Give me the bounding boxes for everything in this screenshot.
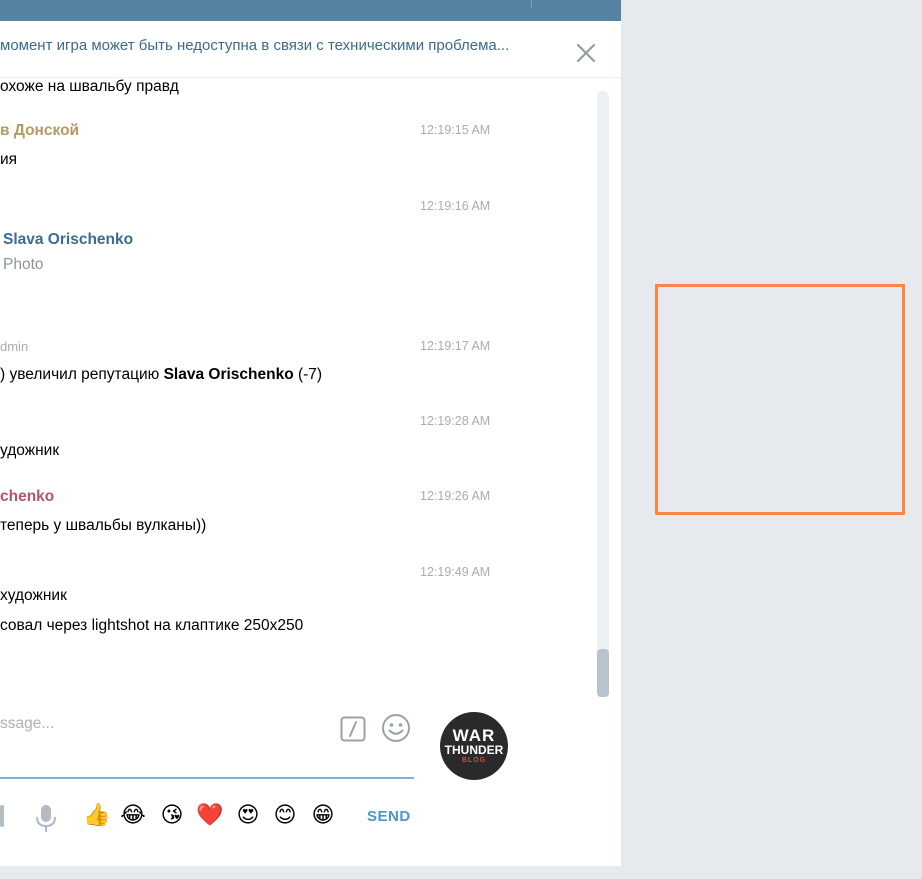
message-author[interactable]: в Донской [0,122,79,140]
close-icon[interactable] [574,41,598,65]
microphone-icon[interactable] [34,803,58,833]
message-input[interactable]: ssage... [0,715,54,733]
bot-command-icon[interactable] [340,716,366,742]
highlight-rectangle [655,284,905,515]
scrollbar[interactable] [597,91,609,697]
header-divider [531,0,532,8]
quick-emoji-kiss[interactable]: 😘 [159,803,185,829]
chat-panel: момент игра может быть недоступна в связ… [0,21,621,866]
reply-author[interactable]: Slava Orischenko [3,231,133,249]
avatar-logo-text: THUNDER [444,743,504,757]
quick-emoji-blush[interactable]: 😊 [272,803,298,829]
message-text: художник [0,587,67,604]
reply-preview[interactable]: Photo [3,256,44,274]
quick-emoji-grin[interactable]: 😁 [310,803,336,829]
input-underline [0,777,414,779]
smile-icon[interactable] [381,713,411,743]
avatar-logo-text: BLOG [461,757,487,764]
notice-text: момент игра может быть недоступна в связ… [0,37,510,54]
message-time: 12:19:26 AM [420,489,491,503]
service-text: (-7) [293,366,323,383]
message-text: совал через lightshot на клаптике 250x25… [0,617,304,634]
service-message: ) увеличил репутацию Slava Orischenko (-… [0,366,322,384]
send-button[interactable]: SEND [367,808,411,825]
message-text: охоже на швальбу правд [0,78,179,95]
message-time: 12:19:17 AM [420,339,491,353]
service-user-link[interactable]: Slava Orischenko [164,366,294,383]
quick-emoji-heart-eyes[interactable]: 😍 [235,803,261,829]
quick-emoji-thumbs-up[interactable]: 👍 [83,803,110,829]
message-time: 12:19:16 AM [420,199,491,213]
avatar[interactable]: WAR THUNDER BLOG [440,712,508,780]
service-text: ) увеличил репутацию [0,366,164,383]
message-author[interactable]: dmin [0,339,28,354]
quick-emoji-joy[interactable]: 😂 [120,803,146,829]
attach-icon[interactable] [0,805,4,827]
message-text: ия [0,151,18,168]
message-text: удожник [0,442,60,459]
quick-emoji-heart[interactable]: ❤️ [196,803,223,829]
message-time: 12:19:28 AM [420,414,491,428]
top-header-bar [0,0,621,21]
message-author[interactable]: chenko [0,488,54,506]
message-list: охоже на швальбу правд в Донской 12:19:1… [0,78,595,698]
message-time: 12:19:49 AM [420,565,491,579]
message-time: 12:19:15 AM [420,123,491,137]
message-text: теперь у швальбы вулканы)) [0,517,207,534]
notice-banner: момент игра может быть недоступна в связ… [0,21,621,78]
scrollbar-thumb[interactable] [597,649,609,697]
